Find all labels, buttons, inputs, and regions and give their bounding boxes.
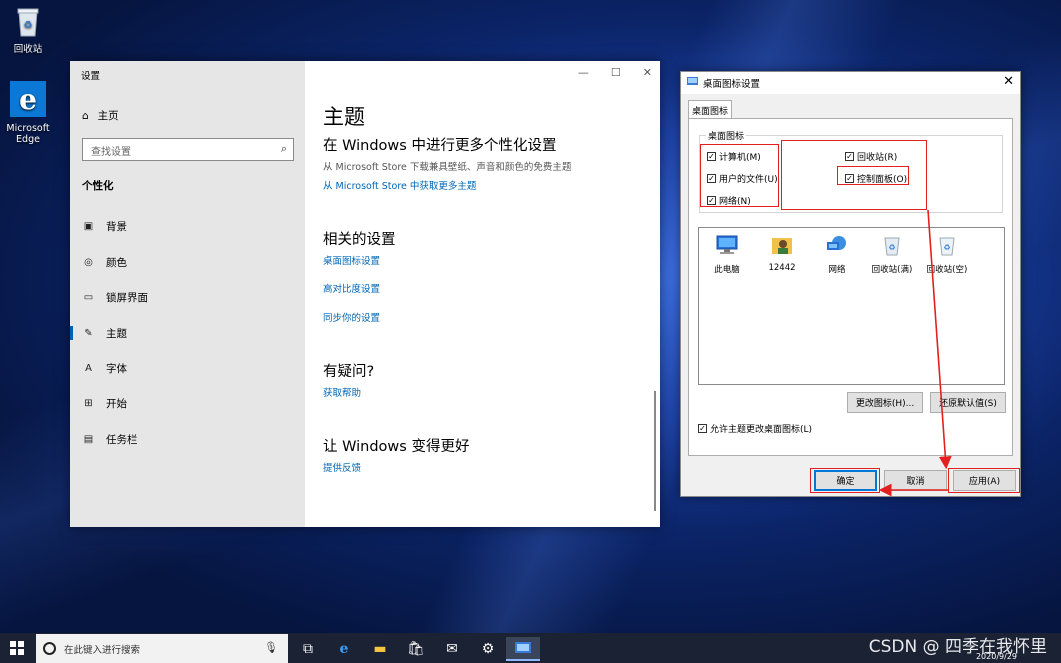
settings-gear-icon[interactable]: ⚙ bbox=[471, 637, 505, 661]
microphone-icon[interactable]: 🎙 bbox=[264, 641, 278, 654]
edge-icon[interactable]: e bbox=[327, 637, 361, 661]
taskbar-search-input[interactable]: 在此键入进行搜索 🎙 bbox=[36, 634, 288, 663]
annotation-arrows bbox=[878, 209, 952, 497]
arrow-to-apply bbox=[927, 209, 952, 470]
watermark: CSDN @ 四季在我怀里 bbox=[868, 637, 1047, 657]
desktop-icon-settings-taskbar-icon[interactable] bbox=[506, 637, 540, 661]
cortana-icon bbox=[43, 642, 56, 655]
tray-date: 2020/9/29 bbox=[975, 652, 1017, 661]
search-placeholder: 在此键入进行搜索 bbox=[64, 644, 141, 656]
start-button[interactable] bbox=[10, 641, 24, 658]
mail-icon[interactable]: ✉ bbox=[435, 637, 469, 661]
file-explorer-icon[interactable]: ▬ bbox=[363, 637, 397, 661]
task-view-icon[interactable]: ⧉ bbox=[291, 637, 325, 661]
store-icon[interactable]: 🛍 bbox=[399, 637, 433, 661]
